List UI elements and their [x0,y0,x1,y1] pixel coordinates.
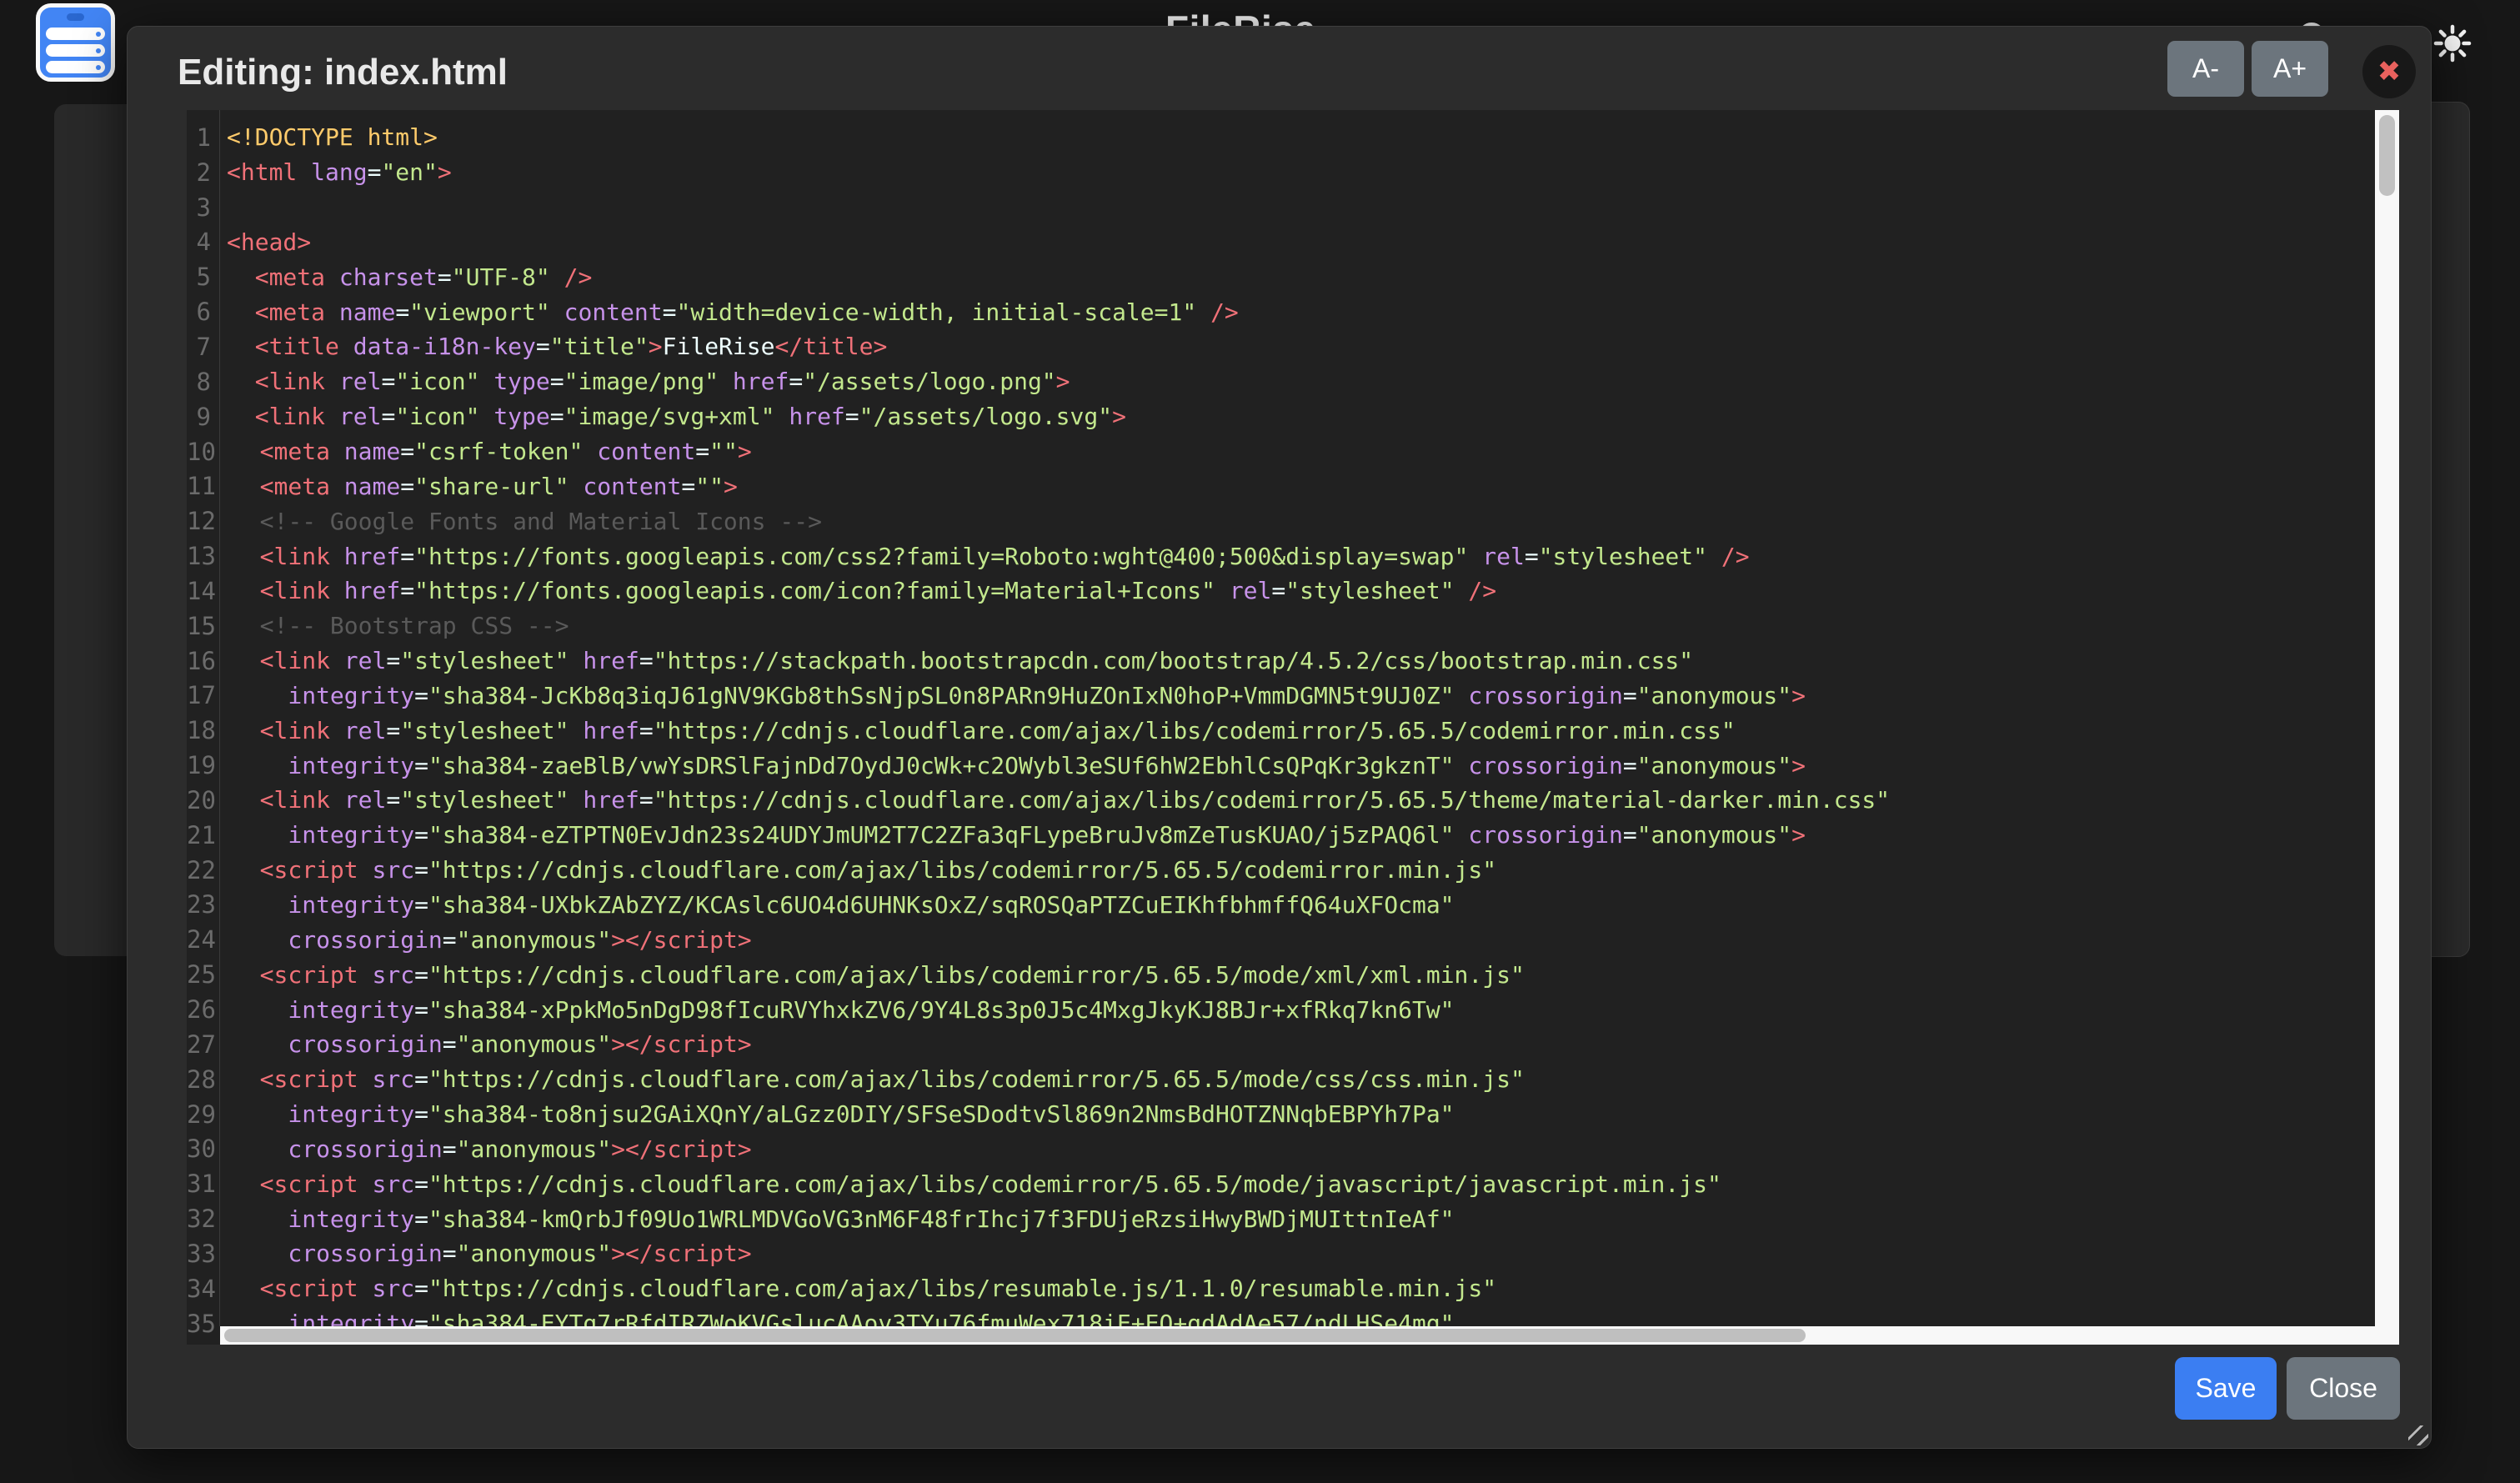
code-line: 4<head> [187,225,2375,260]
line-number: 9 [187,403,219,431]
code-line: 13 <link href="https://fonts.googleapis.… [187,539,2375,574]
code-line: 8 <link rel="icon" type="image/png" href… [187,364,2375,399]
code-line: 1<!DOCTYPE html> [187,120,2375,155]
code-line: 21 integrity="sha384-eZTPTN0EvJdn23s24UD… [187,818,2375,853]
logo-bar [46,61,105,73]
code-line: 3 [187,190,2375,225]
code-line: 6 <meta name="viewport" content="width=d… [187,294,2375,329]
vertical-scrollbar-thumb[interactable] [2379,115,2395,196]
code-line: 14 <link href="https://fonts.googleapis.… [187,574,2375,609]
logo-bar [46,28,105,40]
code-line: 25 <script src="https://cdnjs.cloudflare… [187,957,2375,992]
close-icon[interactable]: ✖ [2362,45,2416,98]
line-number: 1 [187,123,219,152]
code-line: 19 integrity="sha384-zaeBlB/vwYsDRSlFajn… [187,748,2375,783]
line-number: 5 [187,263,219,291]
vertical-scrollbar [2375,110,2399,1326]
code-line: 9 <link rel="icon" type="image/svg+xml" … [187,399,2375,434]
code-line: 27 crossorigin="anonymous"></script> [187,1027,2375,1062]
code-line: 33 crossorigin="anonymous"></script> [187,1236,2375,1271]
code-line: 30 crossorigin="anonymous"></script> [187,1131,2375,1166]
code-line: 18 <link rel="stylesheet" href="https://… [187,713,2375,748]
font-increase-button[interactable]: A+ [2252,41,2328,97]
resize-handle-icon[interactable] [2408,1425,2428,1445]
code-line: 24 crossorigin="anonymous"></script> [187,922,2375,957]
code-line: 11 <meta name="share-url" content=""> [187,468,2375,504]
code-line: 34 <script src="https://cdnjs.cloudflare… [187,1271,2375,1306]
code-line: 31 <script src="https://cdnjs.cloudflare… [187,1166,2375,1201]
code-line: 12 <!-- Google Fonts and Material Icons … [187,504,2375,539]
code-line: 17 integrity="sha384-JcKb8q3iqJ61gNV9KGb… [187,679,2375,714]
code-line: 15 <!-- Bootstrap CSS --> [187,609,2375,644]
line-number: 8 [187,368,219,396]
editor-modal: Editing: index.html A- A+ ✖ 1<!DOCTYPE h… [127,26,2432,1449]
line-number: 2 [187,158,219,187]
code-line: 16 <link rel="stylesheet" href="https://… [187,644,2375,679]
code-line: 28 <script src="https://cdnjs.cloudflare… [187,1062,2375,1097]
code-line: 29 integrity="sha384-to8njsu2GAiXQnY/aLG… [187,1097,2375,1132]
app-logo[interactable] [36,3,115,82]
modal-title: Editing: index.html [178,52,508,93]
code-line: 20 <link rel="stylesheet" href="https://… [187,783,2375,818]
code-line: 26 integrity="sha384-xPpkMo5nDgD98fIcuRV… [187,992,2375,1027]
horizontal-scrollbar [220,1326,2399,1345]
code-line: 5 <meta charset="UTF-8" /> [187,259,2375,294]
code-line: 23 integrity="sha384-UXbkZAbZYZ/KCAslc6U… [187,888,2375,923]
save-button[interactable]: Save [2175,1357,2277,1420]
code-line: 7 <title data-i18n-key="title">FileRise<… [187,329,2375,364]
font-decrease-button[interactable]: A- [2167,41,2244,97]
logo-drawer-handle [67,13,84,21]
code-line: 10 <meta name="csrf-token" content=""> [187,434,2375,469]
line-number: 6 [187,298,219,326]
code-line: 32 integrity="sha384-kmQrbJf09Uo1WRLMDVG… [187,1201,2375,1236]
code-lines: 1<!DOCTYPE html>2<html lang="en"> 3 4<head… [187,120,2375,1341]
line-number: 7 [187,333,219,361]
code-editor[interactable]: 1<!DOCTYPE html>2<html lang="en"> 3 4<head… [187,110,2399,1345]
code-line: 2<html lang="en"> [187,155,2375,190]
close-button[interactable]: Close [2287,1357,2400,1420]
logo-bar [46,44,105,57]
line-number: 4 [187,228,219,256]
gutter-separator [219,110,220,1326]
horizontal-scrollbar-thumb[interactable] [224,1329,1806,1342]
sun-icon[interactable] [2431,22,2474,69]
code-line: 22 <script src="https://cdnjs.cloudflare… [187,853,2375,888]
line-number: 3 [187,193,219,222]
